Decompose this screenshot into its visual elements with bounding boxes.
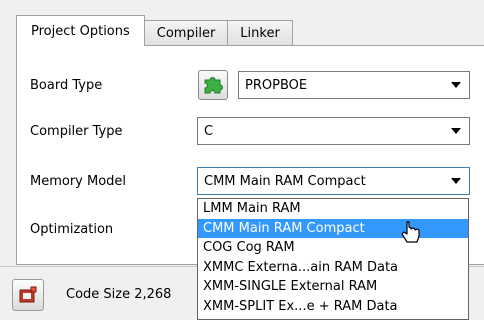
memory-model-dropdown: LMM Main RAM CMM Main RAM Compact COG Co… [197,198,469,320]
chevron-down-icon [451,128,461,134]
tab-project-options[interactable]: Project Options [16,15,145,46]
tab-bar: Project Options Compiler Linker [16,15,293,46]
red-board-icon [19,286,37,303]
dropdown-option[interactable]: XMM-SINGLE External RAM [198,277,468,297]
board-type-label: Board Type [30,78,103,93]
chevron-down-icon [451,82,461,88]
compiler-type-select[interactable]: C [197,117,470,145]
tab-linker[interactable]: Linker [227,20,293,46]
tab-compiler[interactable]: Compiler [143,20,229,46]
memory-model-select[interactable]: CMM Main RAM Compact [197,167,470,195]
board-type-select[interactable]: PROPBOE [238,71,470,99]
dropdown-option[interactable]: LMM Main RAM [198,199,468,219]
status-board-button[interactable] [12,279,44,311]
code-size-text: Code Size 2,268 [66,287,172,302]
optimization-label: Optimization [30,222,114,237]
compiler-type-value: C [204,123,214,139]
mouse-pointer-icon [401,221,420,243]
dropdown-option[interactable]: XMMC Externa...ain RAM Data [198,258,468,278]
dropdown-option-selected[interactable]: CMM Main RAM Compact [198,218,468,238]
board-type-button[interactable] [198,70,228,100]
dropdown-option[interactable]: COG Cog RAM [198,238,468,258]
memory-model-value: CMM Main RAM Compact [204,173,366,189]
chevron-down-icon [451,178,461,184]
compiler-type-label: Compiler Type [30,124,123,139]
green-puzzle-icon [204,77,223,94]
board-type-value: PROPBOE [245,77,308,93]
memory-model-label: Memory Model [30,174,127,189]
dropdown-option[interactable]: XMM-SPLIT Ex...e + RAM Data [198,297,468,317]
